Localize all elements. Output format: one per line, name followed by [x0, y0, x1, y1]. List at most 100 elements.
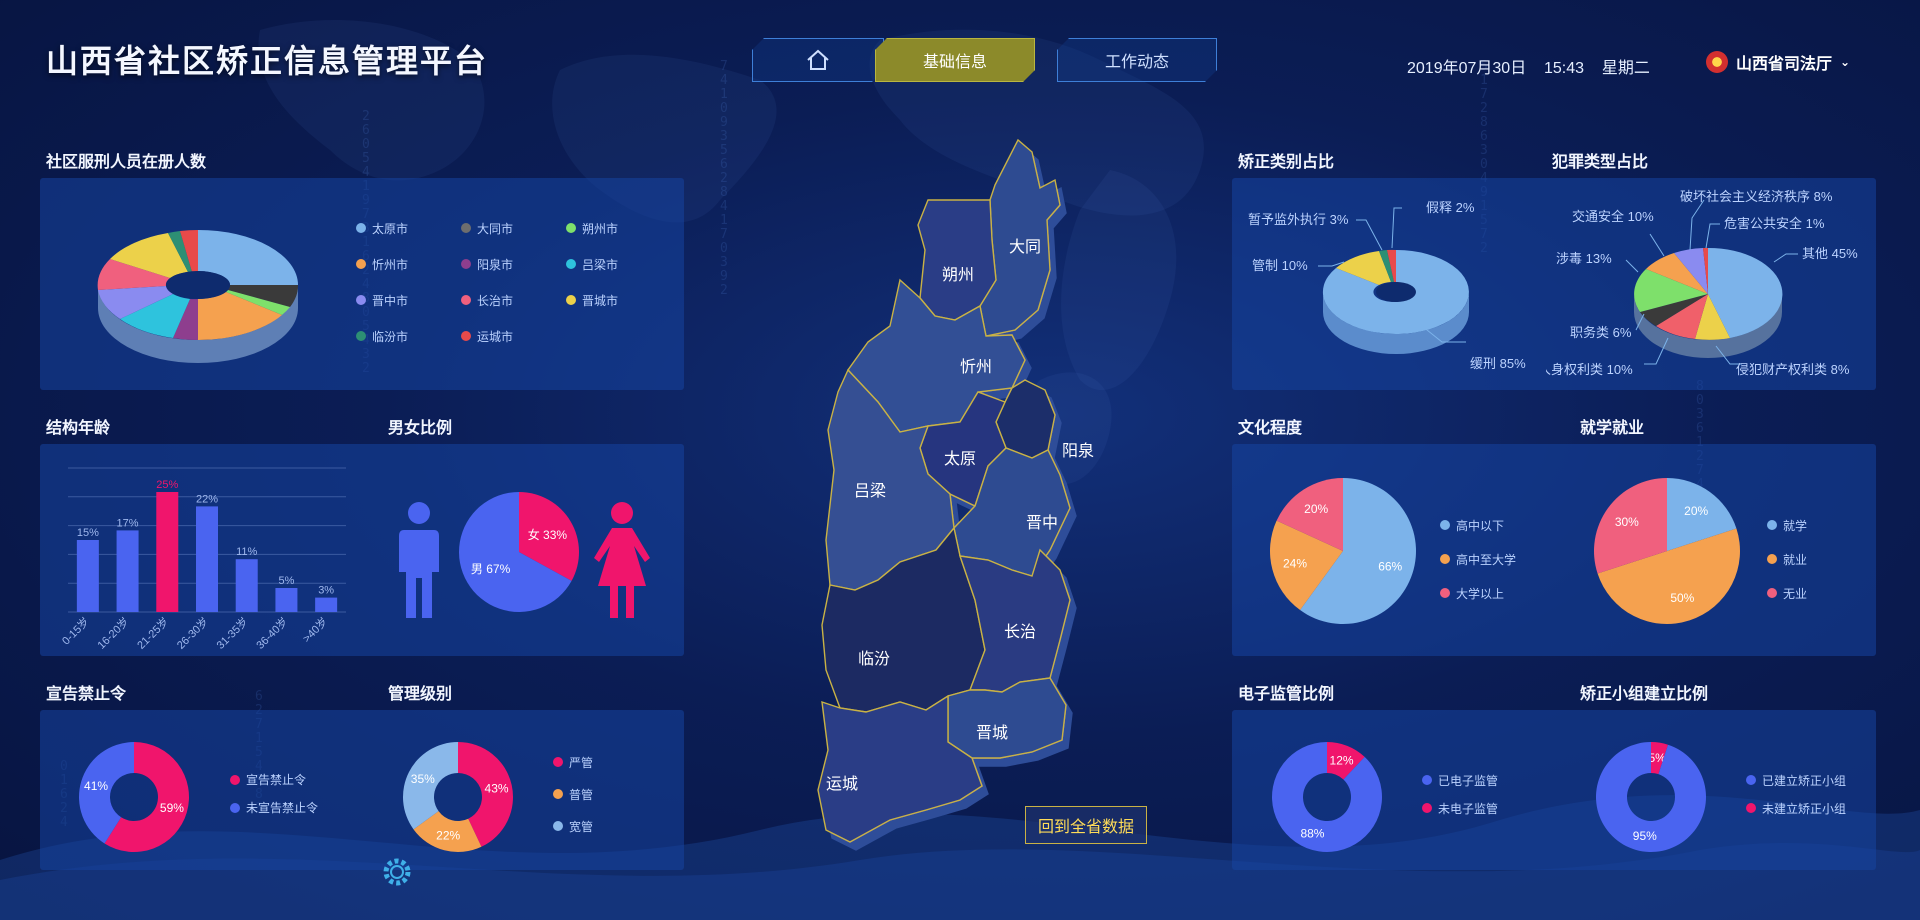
map-label-yuncheng: 运城 [826, 775, 858, 793]
legend-dot [1767, 554, 1777, 564]
age-bar[interactable] [315, 597, 338, 612]
legend-item[interactable]: 太原市 [356, 218, 461, 238]
legend-label: 已电子监管 [1438, 773, 1499, 788]
nav-work-news-button[interactable]: 工作动态 [1057, 38, 1217, 82]
legend-label: 临汾市 [372, 329, 409, 344]
legend-item[interactable]: 宽管 [553, 810, 593, 842]
map-label-lvliang: 吕梁 [854, 482, 886, 500]
x-tick-label: 0-15岁 [59, 614, 92, 647]
legend-item[interactable]: 忻州市 [356, 254, 461, 274]
slice-label: 41% [84, 779, 108, 793]
slice-label: 侵犯人身权利类 10% [1546, 362, 1633, 377]
age-bar[interactable] [235, 559, 258, 612]
gender-title: 男女比例 [388, 420, 453, 437]
slice-label: 43% [485, 781, 509, 795]
legend-dot [1422, 775, 1432, 785]
legend-label: 未宣告禁止令 [246, 801, 319, 815]
age-bar[interactable] [275, 588, 298, 612]
legend-label: 就业 [1783, 552, 1808, 567]
crime-type-title: 犯罪类型占比 [1552, 154, 1649, 171]
map-label-xinzhou: 忻州 [960, 358, 992, 376]
legend-item[interactable]: 大同市 [461, 218, 566, 238]
legend-item[interactable]: 就业 [1767, 542, 1807, 576]
map-label-datong: 大同 [1009, 238, 1041, 256]
legend-item[interactable]: 普管 [553, 778, 593, 810]
ban-donut-chart: 59% 41% [79, 742, 189, 852]
legend-item[interactable]: 高中以下 [1440, 508, 1516, 542]
slice-label: 侵犯财产权利类 8% [1736, 362, 1850, 377]
legend-label: 未电子监管 [1438, 801, 1499, 816]
legend-item[interactable]: 已建立矫正小组 [1746, 762, 1846, 798]
legend-dot [461, 223, 471, 233]
nav-basic-info-button[interactable]: 基础信息 [875, 38, 1035, 82]
x-tick-label: 31-35岁 [213, 614, 251, 652]
supervise-group-panel: 12% 88% 已电子监管 未电子监管 5% 95% 已建立矫正小组 未建立矫正小组 [1232, 710, 1876, 870]
age-bar[interactable] [156, 492, 179, 612]
bar-value-label: 25% [156, 479, 178, 491]
digit-rain: 7 4 1 0 9 3 5 6 2 8 4 1 7 0 3 9 2 [720, 59, 728, 298]
slice-label: 22% [436, 828, 460, 842]
legend-dot [1440, 588, 1450, 598]
bar-value-label: 5% [278, 575, 294, 587]
legend-item[interactable]: 朔州市 [566, 218, 656, 238]
user-name: 山西省司法厅 [1736, 56, 1833, 73]
map-label-jincheng: 晋城 [976, 724, 1008, 742]
legend-item[interactable]: 已电子监管 [1422, 762, 1498, 798]
group-donut-chart: 5%95% [1596, 742, 1706, 852]
legend-dot [461, 259, 471, 269]
legend-item[interactable]: 严管 [553, 746, 593, 778]
legend-item[interactable]: 就学 [1767, 508, 1807, 542]
time-text: 15:43 [1543, 60, 1585, 77]
legend-item[interactable]: 未宣告禁止令 [230, 798, 318, 818]
legend-dot [566, 259, 576, 269]
user-menu[interactable]: 山西省司法厅 ⌄ [1706, 50, 1850, 74]
legend-label: 长治市 [477, 293, 514, 308]
bar-value-label: 3% [318, 585, 334, 597]
slice-label: 危害公共安全 1% [1724, 216, 1825, 231]
pie-slice[interactable] [1272, 742, 1382, 852]
legend-label: 严管 [569, 755, 594, 770]
ban-legend: 宣告禁止令 未宣告禁止令 [230, 762, 318, 818]
legend-dot [566, 223, 576, 233]
education-title: 文化程度 [1238, 420, 1303, 437]
age-gender-panel: 15% 0-15岁 17% 16-20岁 25% 21-25岁 22% 26-30岁 11% 31… [40, 444, 684, 656]
legend-item[interactable]: 宣告禁止令 [230, 762, 318, 798]
level-donut-chart: 43% 22% 35% [403, 742, 513, 852]
age-bar[interactable] [116, 530, 139, 612]
legend-item[interactable]: 晋中市 [356, 290, 461, 310]
legend-item[interactable]: 无业 [1767, 576, 1807, 610]
slice-label: 职务类 6% [1570, 325, 1632, 340]
legend-item[interactable]: 临汾市 [356, 326, 461, 346]
gender-pie-chart: 女 33% 男 67% [459, 492, 579, 612]
legend-label: 高中至大学 [1456, 552, 1517, 567]
employment-pie-chart: 20% 50% 30% [1594, 478, 1740, 624]
edu-emp-panel: 66% 24% 20% 高中以下 高中至大学 大学以上 20% 50% 30% 就学 就… [1232, 444, 1876, 656]
age-bar[interactable] [76, 540, 99, 612]
bar-value-label: 11% [236, 546, 257, 558]
registered-panel: 太原市 大同市 朔州市 忻州市 阳泉市 吕梁市 晋中市 长治市 晋城市 临汾市 … [40, 178, 684, 390]
legend-label: 太原市 [372, 221, 409, 236]
slice-label: 66% [1378, 559, 1402, 573]
legend-item[interactable]: 长治市 [461, 290, 566, 310]
legend-item[interactable]: 高中至大学 [1440, 542, 1516, 576]
legend-dot [230, 803, 240, 813]
legend-item[interactable]: 阳泉市 [461, 254, 566, 274]
legend-item[interactable]: 晋城市 [566, 290, 656, 310]
age-bar-chart: 15% 0-15岁 17% 16-20岁 25% 21-25岁 22% 26-30岁 11% 31… [59, 467, 346, 652]
legend-item[interactable]: 大学以上 [1440, 576, 1516, 610]
employment-title: 就学就业 [1580, 420, 1645, 437]
legend-item[interactable]: 运城市 [461, 326, 566, 346]
legend-item[interactable]: 未建立矫正小组 [1746, 798, 1846, 818]
legend-dot [553, 757, 563, 767]
legend-dot [356, 331, 366, 341]
age-bar[interactable] [196, 506, 218, 612]
legend-item[interactable]: 吕梁市 [566, 254, 656, 274]
employment-legend: 就学 就业 无业 [1767, 508, 1807, 610]
group-legend: 已建立矫正小组 未建立矫正小组 [1746, 762, 1846, 818]
back-to-province-button[interactable]: 回到全省数据 [1025, 806, 1147, 844]
ban-level-panel: 59% 41% 宣告禁止令 未宣告禁止令 43% 22% 35% 严管 普管 宽管 [40, 710, 684, 870]
nav-home-button[interactable] [752, 38, 884, 82]
home-icon [806, 49, 830, 71]
legend-dot [1746, 803, 1756, 813]
legend-item[interactable]: 未电子监管 [1422, 798, 1498, 818]
